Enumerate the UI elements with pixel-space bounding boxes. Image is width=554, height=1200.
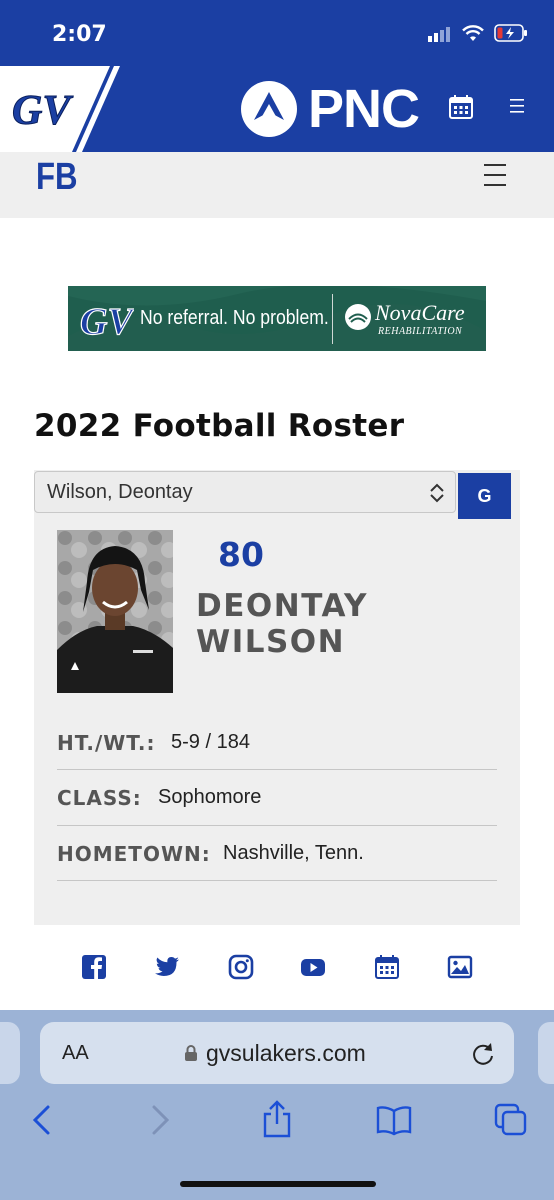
ad-brand: NovaCare xyxy=(375,300,465,325)
lock-icon xyxy=(183,1044,199,1067)
novacare-logo-icon xyxy=(343,302,373,337)
tabs-icon[interactable] xyxy=(494,1103,528,1142)
ad-tagline: No referral. No problem. xyxy=(140,307,329,329)
reader-settings-button[interactable]: AA xyxy=(62,1042,89,1065)
ad-brand-sub: REHABILITATION xyxy=(378,326,463,337)
forward-icon[interactable] xyxy=(150,1104,172,1141)
pnc-logo-icon xyxy=(240,80,298,143)
ad-gv-logo: GV xyxy=(78,296,136,343)
divider xyxy=(57,769,497,770)
height-weight-label: HT./WT.: xyxy=(57,731,156,755)
url-text[interactable]: gvsulakers.com xyxy=(206,1040,366,1067)
hometown-label: HOMETOWN: xyxy=(57,842,211,866)
height-weight-value: 5-9 / 184 xyxy=(171,731,250,753)
calendar-icon[interactable] xyxy=(374,954,400,980)
next-tab-preview[interactable] xyxy=(538,1022,554,1084)
go-button[interactable]: G xyxy=(458,473,511,519)
calendar-icon[interactable] xyxy=(448,94,476,122)
page-title: 2022 Football Roster xyxy=(34,408,405,444)
player-last-name: WILSON xyxy=(196,624,346,660)
hometown-value: Nashville, Tenn. xyxy=(223,842,364,864)
home-indicator xyxy=(180,1181,376,1187)
gv-logo[interactable]: GV xyxy=(0,66,120,152)
player-select-value[interactable]: Wilson, Deontay xyxy=(47,481,193,504)
sport-label[interactable]: FB xyxy=(36,156,78,199)
player-first-name: DEONTAY xyxy=(196,588,368,624)
signal-icon xyxy=(428,26,454,47)
sport-subheader xyxy=(0,152,554,218)
wifi-icon xyxy=(462,24,484,47)
back-icon[interactable] xyxy=(30,1104,52,1141)
header-menu-icon[interactable] xyxy=(506,96,532,122)
divider xyxy=(57,825,497,826)
ad-divider xyxy=(332,294,333,344)
battery-icon xyxy=(494,24,528,47)
divider xyxy=(57,880,497,881)
class-value: Sophomore xyxy=(158,786,262,808)
reader-settings-label: AA xyxy=(62,1042,89,1064)
svg-text:GV: GV xyxy=(12,88,73,134)
hamburger-menu-icon[interactable] xyxy=(484,164,508,186)
twitter-icon[interactable] xyxy=(154,954,180,980)
share-icon[interactable] xyxy=(261,1100,293,1143)
bookmarks-icon[interactable] xyxy=(376,1104,412,1141)
sponsor-name: PNC xyxy=(308,79,420,139)
class-label: CLASS: xyxy=(57,786,142,810)
player-photo xyxy=(57,530,173,693)
instagram-icon[interactable] xyxy=(228,954,254,980)
jersey-number: 80 xyxy=(218,535,264,574)
reload-icon[interactable] xyxy=(470,1041,496,1072)
chevron-updown-icon[interactable] xyxy=(428,483,446,508)
gallery-icon[interactable] xyxy=(447,954,473,980)
status-time: 2:07 xyxy=(52,22,107,47)
prev-tab-preview[interactable] xyxy=(0,1022,20,1084)
facebook-icon[interactable] xyxy=(81,954,107,980)
youtube-icon[interactable] xyxy=(300,954,326,980)
svg-text:GV: GV xyxy=(80,301,134,342)
